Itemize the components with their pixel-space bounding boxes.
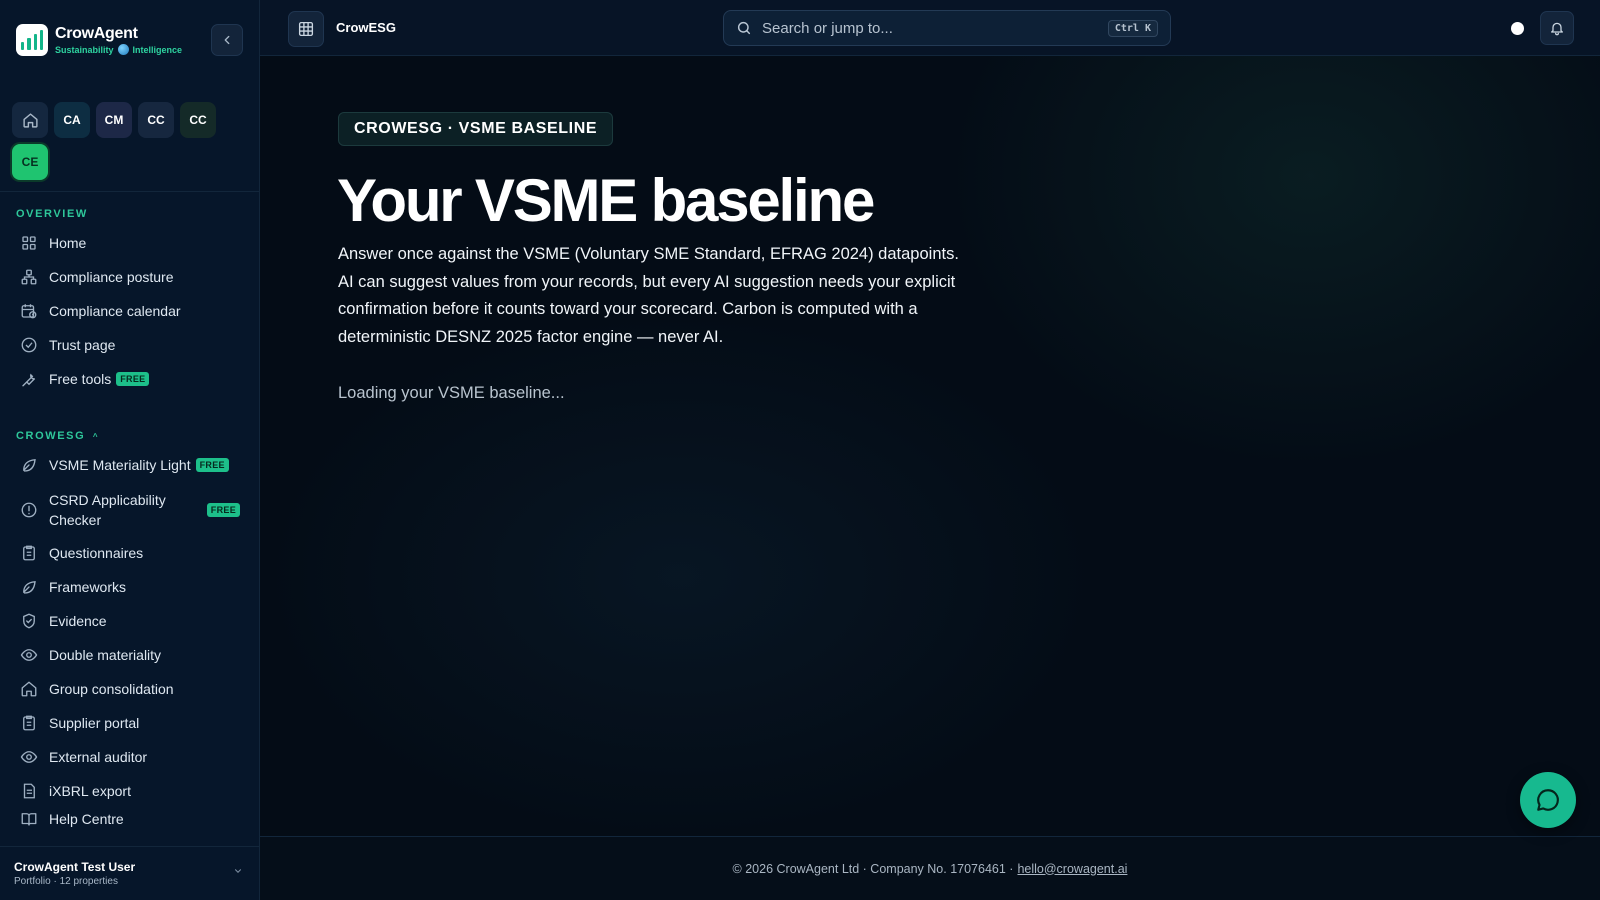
search-icon — [736, 20, 752, 36]
brand-name: CrowAgent — [55, 25, 138, 42]
globe-icon — [117, 44, 129, 55]
sidebar: CrowAgent Sustainability Intelligence CA… — [0, 0, 260, 900]
divider — [0, 846, 260, 847]
nav-item-supplier-portal[interactable]: Supplier portal — [20, 714, 240, 732]
brand-tag-left: Sustainability — [55, 44, 114, 55]
home-icon — [20, 680, 38, 698]
free-badge: FREE — [116, 372, 150, 386]
chat-button[interactable] — [1520, 772, 1576, 828]
workspace-switcher: CA CM CC CC CE — [12, 102, 248, 180]
nav-item-label: External auditor — [49, 749, 148, 765]
status-indicator[interactable] — [1511, 22, 1524, 35]
book-icon — [20, 810, 38, 828]
user-portfolio: Portfolio · 12 properties — [14, 876, 118, 887]
nav-item-label: Compliance calendar — [49, 303, 181, 319]
crowagent-logo-icon — [16, 24, 48, 56]
topbar: CrowESG Search or jump to... Ctrl K — [260, 0, 1600, 56]
chevron-left-icon — [224, 35, 230, 45]
nav-item-label: iXBRL export — [49, 783, 131, 799]
section-label-crowesg[interactable]: CROWESG ^ — [16, 430, 99, 442]
workspace-ce-button[interactable]: CE — [12, 144, 48, 180]
footer: © 2026 CrowAgent Ltd · Company No. 17076… — [260, 836, 1600, 900]
brand[interactable]: CrowAgent Sustainability Intelligence — [16, 24, 182, 56]
nav-item-label: Double materiality — [49, 647, 162, 663]
chevron-down-icon[interactable] — [233, 866, 243, 879]
chat-bubble-icon — [1537, 789, 1559, 811]
nav-item-trust-page[interactable]: Trust page — [20, 336, 240, 354]
nav-item-group-consolidation[interactable]: Group consolidation — [20, 680, 240, 698]
footer-email-link[interactable]: hello@crowagent.ai — [1017, 862, 1127, 876]
shield-check-icon — [20, 612, 38, 630]
nav-item-label: Frameworks — [49, 579, 127, 595]
nav-item-external-auditor[interactable]: External auditor — [20, 748, 240, 766]
notifications-button[interactable] — [1540, 11, 1574, 45]
network-icon — [20, 268, 38, 286]
nav-item-csrd-applicability-checker[interactable]: CSRD Applicability Checker FREE — [20, 490, 240, 530]
divider — [0, 191, 260, 192]
nav-item-label: Help Centre — [49, 811, 124, 827]
nav-item-label: Compliance posture — [49, 269, 174, 285]
app-switcher-button[interactable] — [288, 11, 324, 47]
brand-tag-right: Intelligence — [132, 44, 183, 55]
nav-item-frameworks[interactable]: Frameworks — [20, 578, 240, 596]
nav-item-label: Trust page — [49, 337, 116, 353]
search-input[interactable]: Search or jump to... Ctrl K — [723, 10, 1171, 46]
nav-item-questionnaires[interactable]: Questionnaires — [20, 544, 240, 562]
grid-icon — [20, 234, 38, 252]
nav-item-help-centre[interactable]: Help Centre — [20, 810, 240, 828]
free-badge: FREE — [206, 503, 240, 517]
alert-circle-icon — [20, 501, 38, 519]
workspace-cc-button[interactable]: CC — [180, 102, 216, 138]
user-name: CrowAgent Test User — [14, 860, 136, 874]
nav-item-label: Free tools — [49, 371, 112, 387]
page-title: Your VSME baseline — [337, 167, 875, 234]
workspace-cm-button[interactable]: CM — [96, 102, 132, 138]
calendar-clock-icon — [20, 302, 38, 320]
nav-item-label: VSME Materiality Light — [49, 457, 191, 473]
page-eyebrow: CROWESG · VSME BASELINE — [338, 112, 614, 146]
check-circle-icon — [20, 336, 38, 354]
loading-message: Loading your VSME baseline... — [338, 384, 565, 402]
workspace-home-button[interactable] — [12, 102, 48, 138]
section-label-overview: OVERVIEW — [16, 208, 88, 220]
home-icon — [22, 112, 38, 128]
nav-item-compliance-calendar[interactable]: Compliance calendar — [20, 302, 240, 320]
nav-item-double-materiality[interactable]: Double materiality — [20, 646, 240, 664]
bell-icon — [1551, 22, 1563, 36]
nav-item-label: Home — [49, 235, 87, 251]
apps-grid-icon — [298, 21, 314, 37]
wrench-icon — [20, 370, 38, 388]
app-name: CrowESG — [336, 20, 396, 35]
clipboard-icon — [20, 544, 38, 562]
search-shortcut: Ctrl K — [1107, 19, 1158, 37]
leaf-icon — [20, 578, 38, 596]
nav-item-label: Questionnaires — [49, 545, 144, 561]
nav-item-label: Supplier portal — [49, 715, 140, 731]
nav-item-vsme-materiality-light[interactable]: VSME Materiality Light FREE — [20, 456, 240, 474]
file-text-icon — [20, 782, 38, 800]
clipboard-icon — [20, 714, 38, 732]
free-badge: FREE — [195, 458, 229, 472]
nav-item-label: Evidence — [49, 613, 107, 629]
leaf-icon — [20, 456, 38, 474]
user-menu[interactable]: CrowAgent Test User Portfolio · 12 prope… — [14, 860, 135, 887]
workspace-ca-button[interactable]: CA — [54, 102, 90, 138]
workspace-cc-button[interactable]: CC — [138, 102, 174, 138]
nav-item-home[interactable]: Home — [20, 234, 240, 252]
nav-item-label: CSRD Applicability Checker — [49, 492, 166, 528]
nav-item-free-tools[interactable]: Free tools FREE — [20, 370, 240, 388]
chevron-up-icon: ^ — [92, 432, 100, 441]
nav-item-label: Group consolidation — [49, 681, 174, 697]
main-content: CROWESG · VSME BASELINE Your VSME baseli… — [260, 56, 1600, 836]
eye-icon — [20, 646, 38, 664]
collapse-sidebar-button[interactable] — [211, 24, 243, 56]
nav-item-ixbrl-export[interactable]: iXBRL export — [20, 782, 240, 800]
search-placeholder: Search or jump to... — [762, 19, 893, 37]
eye-icon — [20, 748, 38, 766]
nav-item-evidence[interactable]: Evidence — [20, 612, 240, 630]
page-description: Answer once against the VSME (Voluntary … — [338, 245, 959, 346]
footer-text: © 2026 CrowAgent Ltd · Company No. 17076… — [732, 861, 1014, 876]
nav-item-compliance-posture[interactable]: Compliance posture — [20, 268, 240, 286]
